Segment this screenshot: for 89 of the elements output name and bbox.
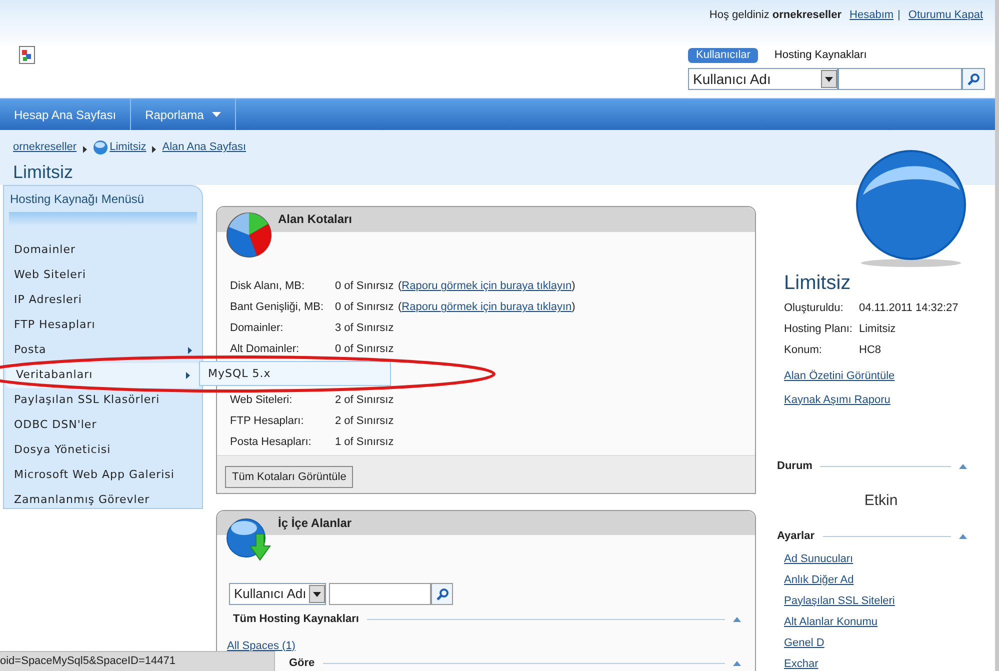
submenu-item[interactable]: MySQL 5.x: [208, 367, 271, 380]
status-text: Etkin: [864, 490, 898, 510]
sidebar-menu-item[interactable]: Web Siteleri: [4, 263, 202, 288]
parenthesis-text: (: [398, 279, 402, 294]
search-icon: [967, 72, 980, 86]
search-field[interactable]: [838, 68, 962, 90]
settings-link[interactable]: Ad Sunucuları: [784, 552, 854, 566]
quota-label: Domainler:: [230, 321, 284, 336]
globe-icon: [92, 140, 108, 155]
sidebar-menu-item[interactable]: Veritabanları: [6, 363, 200, 388]
parenthesis-text: ): [572, 300, 576, 316]
report-link[interactable]: Raporu görmek için buraya tıklayın: [402, 299, 572, 316]
settings-link[interactable]: Exchar: [784, 656, 818, 670]
section-heading: Durum: [777, 459, 812, 474]
status-bar: oid=SpaceMySql5&SpaceID=14471: [0, 651, 275, 671]
collapse-arrow-icon[interactable]: [959, 534, 967, 539]
panel-header: Alan Kotaları: [217, 207, 755, 232]
greeting-text: Hoş geldiniz ornekreseller: [709, 8, 842, 23]
search-button[interactable]: [962, 68, 985, 90]
broken-image-icon: [19, 46, 35, 64]
quota-value: 0 of Sınırsız: [335, 279, 395, 294]
search-field[interactable]: [329, 583, 431, 605]
field-label: Konum:: [784, 343, 823, 358]
collapse-arrow-icon[interactable]: [733, 660, 741, 666]
collapse-arrow-icon[interactable]: [959, 464, 967, 469]
sidebar-menu-item[interactable]: Domainler: [4, 238, 202, 263]
search-icon: [436, 588, 448, 600]
view-all-quotas-button[interactable]: Tüm Kotaları Görüntüle: [225, 466, 354, 488]
quota-label: Alt Domainler:: [230, 342, 300, 358]
quota-value: 2 of Sınırsız: [335, 414, 395, 430]
page-title: Limitsiz: [13, 160, 74, 182]
search-tab[interactable]: Hosting Kaynakları: [766, 46, 875, 64]
globe-download-icon: [226, 516, 272, 562]
breadcrumb-link[interactable]: Limitsiz: [110, 139, 146, 156]
field-label: Hosting Planı:: [784, 322, 854, 338]
separator-text: |: [898, 8, 900, 23]
submenu-arrow-icon: [188, 347, 192, 354]
quota-value: 0 of Sınırsız: [335, 342, 395, 358]
space-title: Limitsiz: [784, 271, 851, 296]
quota-label: Bant Genişliği, MB:: [230, 300, 325, 316]
settings-link[interactable]: Alt Alanlar Konumu: [784, 614, 878, 628]
search-type-select[interactable]: Kullanıcı Adı: [688, 68, 838, 90]
settings-link[interactable]: Paylaşılan SSL Siteleri: [784, 594, 895, 608]
field-value: HC8: [859, 343, 882, 358]
space-link[interactable]: Kaynak Aşımı Raporu: [784, 392, 890, 408]
collapse-arrow-icon[interactable]: [733, 616, 741, 622]
breadcrumb-arrow-icon: [82, 146, 87, 153]
field-value: 04.11.2011 14:32:27: [859, 301, 958, 316]
quota-label: Disk Alanı, MB:: [230, 279, 306, 294]
pie-chart-icon: [226, 212, 272, 258]
quota-value: 2 of Sınırsız: [335, 393, 395, 408]
quota-label: Posta Hesapları:: [230, 435, 312, 450]
sidebar-menu-item[interactable]: IP Adresleri: [4, 288, 202, 313]
sidebar-title: Hosting Kaynağı Menüsü: [9, 191, 144, 208]
field-value: Limitsiz: [859, 322, 896, 338]
sidebar-menu-item[interactable]: Dosya Yöneticisi: [4, 438, 202, 463]
quota-label: FTP Hesapları:: [230, 414, 305, 430]
quota-value: 0 of Sınırsız: [335, 300, 395, 316]
section-heading: Ayarlar: [777, 529, 815, 544]
sidebar-menu-item[interactable]: Zamanlanmış Görevler: [4, 488, 202, 513]
field-label: Oluşturuldu:: [784, 301, 844, 316]
report-link[interactable]: Raporu görmek için buraya tıklayın: [402, 278, 572, 295]
dropdown-caret-icon: [212, 112, 221, 117]
header-link[interactable]: Oturumu Kapat: [908, 7, 983, 24]
sidebar-menu-item[interactable]: Posta: [4, 338, 202, 363]
quota-value: 1 of Sınırsız: [335, 435, 395, 450]
parenthesis-text: ): [572, 279, 576, 294]
header-link[interactable]: Hesabım: [850, 7, 894, 24]
sidebar-menu-item[interactable]: ODBC DSN'ler: [4, 413, 202, 438]
settings-link[interactable]: Anlık Diğer Ad: [784, 572, 854, 586]
search-button[interactable]: [431, 583, 453, 605]
all-spaces-link[interactable]: All Spaces (1): [227, 638, 296, 654]
space-link[interactable]: Alan Özetini Görüntüle: [784, 368, 895, 384]
parenthesis-text: (: [398, 300, 402, 316]
search-type-select[interactable]: Kullanıcı Adı: [229, 583, 326, 605]
section-heading: Göre: [289, 657, 315, 669]
quota-label: Web Siteleri:: [230, 393, 294, 408]
sidebar-menu-item[interactable]: FTP Hesapları: [4, 313, 202, 338]
quota-value: 3 of Sınırsız: [335, 321, 395, 336]
breadcrumb-arrow-icon: [152, 146, 156, 153]
sidebar-menu-item[interactable]: Paylaşılan SSL Klasörleri: [4, 388, 202, 413]
sidebar-menu-item[interactable]: Microsoft Web App Galerisi: [4, 463, 202, 488]
section-heading: Tüm Hosting Kaynakları: [233, 612, 359, 627]
settings-link[interactable]: Genel D: [784, 636, 824, 650]
breadcrumb-link[interactable]: ornekreseller: [13, 139, 77, 156]
breadcrumb-link[interactable]: Alan Ana Sayfası: [162, 139, 246, 156]
submenu-arrow-icon: [186, 372, 190, 379]
search-tab[interactable]: Kullanıcılar: [688, 48, 758, 62]
panel-header: İç İçe Alanlar: [217, 511, 755, 535]
